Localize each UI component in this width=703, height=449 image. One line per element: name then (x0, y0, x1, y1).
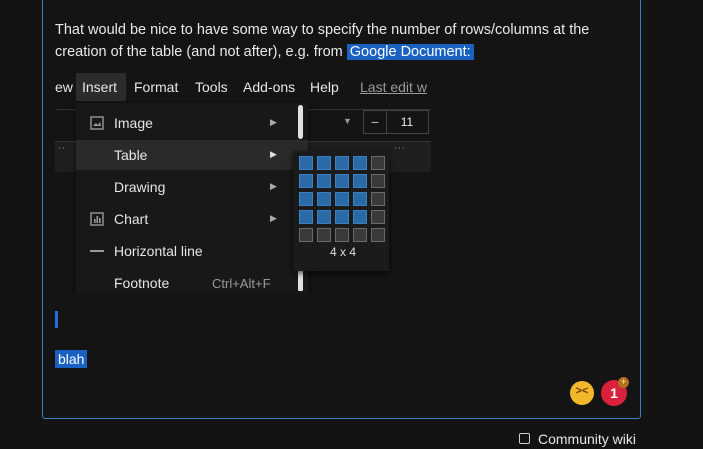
horizontal-line-icon (90, 250, 104, 252)
menu-insert-label: Insert (82, 79, 118, 95)
menu-item-table-label: Table (114, 147, 148, 163)
table-grid-cell[interactable] (353, 228, 367, 242)
menu-addons[interactable]: Add-ons (243, 79, 295, 95)
add-reaction-plus-icon[interactable]: + (618, 377, 629, 388)
menu-item-chart[interactable]: Chart ▶ (76, 204, 308, 234)
image-icon (90, 116, 104, 130)
submenu-arrow-icon: ▶ (270, 181, 277, 191)
google-document-link[interactable]: Google Document: (346, 44, 474, 60)
table-size-label: 4 x 4 (329, 245, 356, 259)
menu-item-chart-label: Chart (114, 211, 149, 227)
menu-item-drawing[interactable]: Drawing ▶ (76, 172, 308, 202)
menu-item-footnote[interactable]: Footnote Ctrl+Alt+F (76, 268, 308, 293)
menu-format[interactable]: Format (134, 79, 178, 95)
submenu-arrow-icon: ▶ (270, 149, 277, 159)
menu-item-table[interactable]: Table ▶ (76, 140, 308, 170)
table-grid-cell[interactable] (299, 210, 313, 224)
community-wiki-label[interactable]: Community wiki (538, 431, 636, 447)
table-grid-cell[interactable] (353, 192, 367, 206)
menu-item-image[interactable]: Image ▶ (76, 108, 308, 138)
community-wiki-checkbox[interactable] (519, 433, 530, 444)
table-grid-cell[interactable] (371, 174, 385, 188)
insert-menu: Image ▶ Table ▶ Drawing ▶ Chart ▶ Horizo… (76, 103, 308, 293)
table-grid-cell[interactable] (371, 156, 385, 170)
menu-view-partial[interactable]: ew (55, 79, 73, 95)
table-grid-cell[interactable] (317, 210, 331, 224)
menu-item-horizontal-line[interactable]: Horizontal line (76, 236, 308, 266)
menu-item-footnote-label: Footnote (114, 275, 170, 291)
scrollbar-thumb[interactable] (298, 105, 303, 139)
table-grid-cell[interactable] (371, 192, 385, 206)
table-grid-cell[interactable] (335, 156, 349, 170)
submenu-arrow-icon: ▶ (270, 213, 277, 223)
footnote-shortcut: Ctrl+Alt+F (212, 276, 271, 291)
table-grid-cell[interactable] (317, 174, 331, 188)
menu-item-horizontal-line-label: Horizontal line (114, 243, 203, 259)
font-size-control[interactable]: − 11 (363, 110, 429, 134)
table-size-picker[interactable]: 4 x 4 (293, 151, 389, 271)
table-grid-cell[interactable] (335, 210, 349, 224)
text-cursor (55, 311, 58, 328)
selected-text-blah[interactable]: blah (55, 350, 88, 368)
last-edit-link[interactable]: Last edit w (360, 79, 427, 95)
font-dropdown-caret-icon[interactable]: ▼ (343, 116, 352, 126)
table-grid-cell[interactable] (335, 228, 349, 242)
menu-help[interactable]: Help (310, 79, 339, 95)
menu-insert[interactable]: Insert (76, 73, 126, 101)
table-grid-cell[interactable] (335, 174, 349, 188)
table-grid-cell[interactable] (299, 174, 313, 188)
submenu-arrow-icon: ▶ (270, 117, 277, 127)
menu-item-drawing-label: Drawing (114, 179, 166, 195)
font-size-value[interactable]: 11 (386, 111, 428, 133)
menu-tools[interactable]: Tools (195, 79, 228, 95)
table-grid-cell[interactable] (371, 210, 385, 224)
font-size-decrease-button[interactable]: − (364, 111, 387, 133)
table-grid-cell[interactable] (317, 192, 331, 206)
chart-icon (90, 212, 104, 226)
table-grid-cell[interactable] (353, 156, 367, 170)
table-grid-cell[interactable] (371, 228, 385, 242)
table-grid-cell[interactable] (299, 192, 313, 206)
table-grid-cell[interactable] (317, 156, 331, 170)
post-text: That would be nice to have some way to s… (55, 22, 590, 60)
confounded-face-emoji-icon[interactable]: >< (570, 381, 594, 405)
table-grid-cell[interactable] (299, 156, 313, 170)
table-grid-cell[interactable] (299, 228, 313, 242)
gdocs-menubar: ew Insert Format Tools Add-ons Help Last… (55, 73, 431, 101)
menu-item-image-label: Image (114, 115, 153, 131)
table-grid-cell[interactable] (335, 192, 349, 206)
table-grid-cell[interactable] (317, 228, 331, 242)
post-paragraph: That would be nice to have some way to s… (55, 19, 625, 63)
table-grid-cell[interactable] (353, 174, 367, 188)
table-grid-cell[interactable] (353, 210, 367, 224)
